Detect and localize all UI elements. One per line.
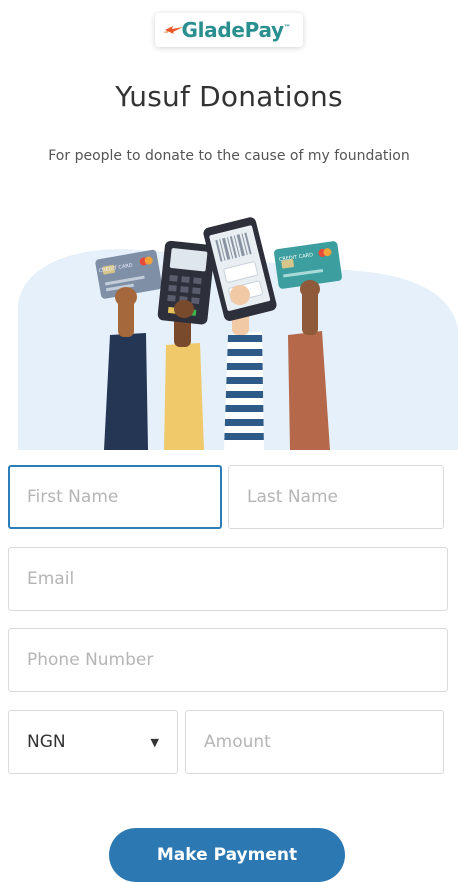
amount-input[interactable] <box>185 710 444 774</box>
page-subtitle: For people to donate to the cause of my … <box>48 148 410 164</box>
logo-trademark: ™ <box>283 23 291 32</box>
currency-value: NGN <box>27 732 66 752</box>
logo-wing-icon <box>163 26 183 34</box>
chevron-down-icon: ▼ <box>150 735 159 749</box>
make-payment-button[interactable]: Make Payment <box>109 828 345 882</box>
last-name-input[interactable] <box>228 465 444 529</box>
hands-payment-illustration: CREDIT CARD CREDIT CARD <box>18 217 458 450</box>
page-title: Yusuf Donations <box>115 80 343 113</box>
logo-text: GladePay <box>181 18 285 42</box>
first-name-input[interactable] <box>8 465 222 529</box>
gladepay-logo: GladePay™ <box>155 13 303 47</box>
email-input[interactable] <box>8 547 448 611</box>
phone-number-input[interactable] <box>8 628 448 692</box>
currency-select[interactable]: NGN ▼ <box>8 710 178 774</box>
